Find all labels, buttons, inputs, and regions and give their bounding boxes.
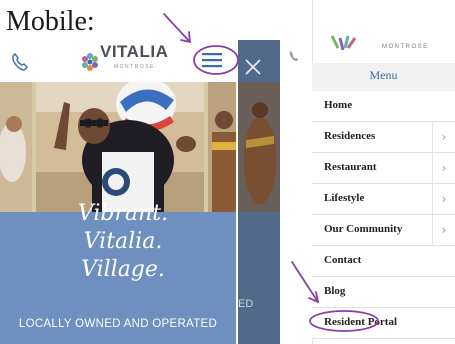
hero-photo-carousel[interactable]	[0, 82, 236, 212]
menu-item-label: Residences	[324, 130, 376, 142]
menu-item-lifestyle[interactable]: Lifestyle ›	[312, 184, 455, 215]
tagline-line-1: Vibrant. Vitalia.	[77, 201, 169, 254]
logo-location: MONTROSE	[114, 64, 155, 70]
chevron-right-icon[interactable]: ›	[432, 184, 455, 214]
hero-photo-man-with-ball	[36, 82, 204, 212]
menu-item-label: Contact	[324, 254, 362, 266]
menu-item-contact[interactable]: Contact	[312, 246, 455, 277]
mobile-heading: Mobile:	[6, 6, 95, 37]
close-menu-icon[interactable]	[244, 58, 262, 76]
menu-item-label: Our Community	[324, 223, 403, 235]
menu-gutter	[280, 40, 312, 344]
menu-item-label: Home	[324, 99, 353, 111]
phone-icon[interactable]	[10, 52, 30, 72]
chevron-right-icon[interactable]: ›	[432, 215, 455, 245]
chevron-right-icon[interactable]: ›	[432, 153, 455, 183]
menu-logo-location: MONTROSE	[382, 44, 429, 50]
menu-item-label: Restaurant	[324, 161, 377, 173]
menu-item-residences[interactable]: Residences ›	[312, 122, 455, 153]
menu-item-resident-portal[interactable]: Resident Portal	[312, 308, 455, 339]
chevron-right-icon[interactable]: ›	[432, 122, 455, 152]
logo-name: VITALIA	[100, 42, 169, 61]
carousel-photo-prev	[0, 82, 32, 212]
tagline-line-2: Village.	[81, 257, 165, 282]
hamburger-menu-icon[interactable]	[198, 48, 226, 72]
menu-item-home[interactable]: Home	[312, 91, 455, 122]
phone-icon[interactable]	[288, 50, 300, 62]
menu-item-restaurant[interactable]: Restaurant ›	[312, 153, 455, 184]
carousel-photo-next	[208, 82, 236, 212]
menu-title: Menu	[369, 68, 398, 82]
hero-subline: LOCALLY OWNED AND OPERATED	[18, 318, 218, 330]
menu-item-our-community[interactable]: Our Community ›	[312, 215, 455, 246]
mobile-homepage: VITALIA MONTROSE Vibrant. Vitalia. Villa…	[0, 40, 236, 344]
menu-item-label: Lifestyle	[324, 192, 365, 204]
vitalia-logo-mark[interactable]	[328, 34, 358, 54]
hero-tagline: Vibrant. Vitalia. Village.	[38, 200, 208, 284]
overlay-partial-text: ED	[238, 298, 254, 310]
menu-item-label: Blog	[324, 285, 346, 297]
menu-item-label: Resident Portal	[324, 316, 398, 328]
annotation-arrow-hamburger	[163, 13, 191, 43]
menu-item-blog[interactable]: Blog	[312, 277, 455, 308]
